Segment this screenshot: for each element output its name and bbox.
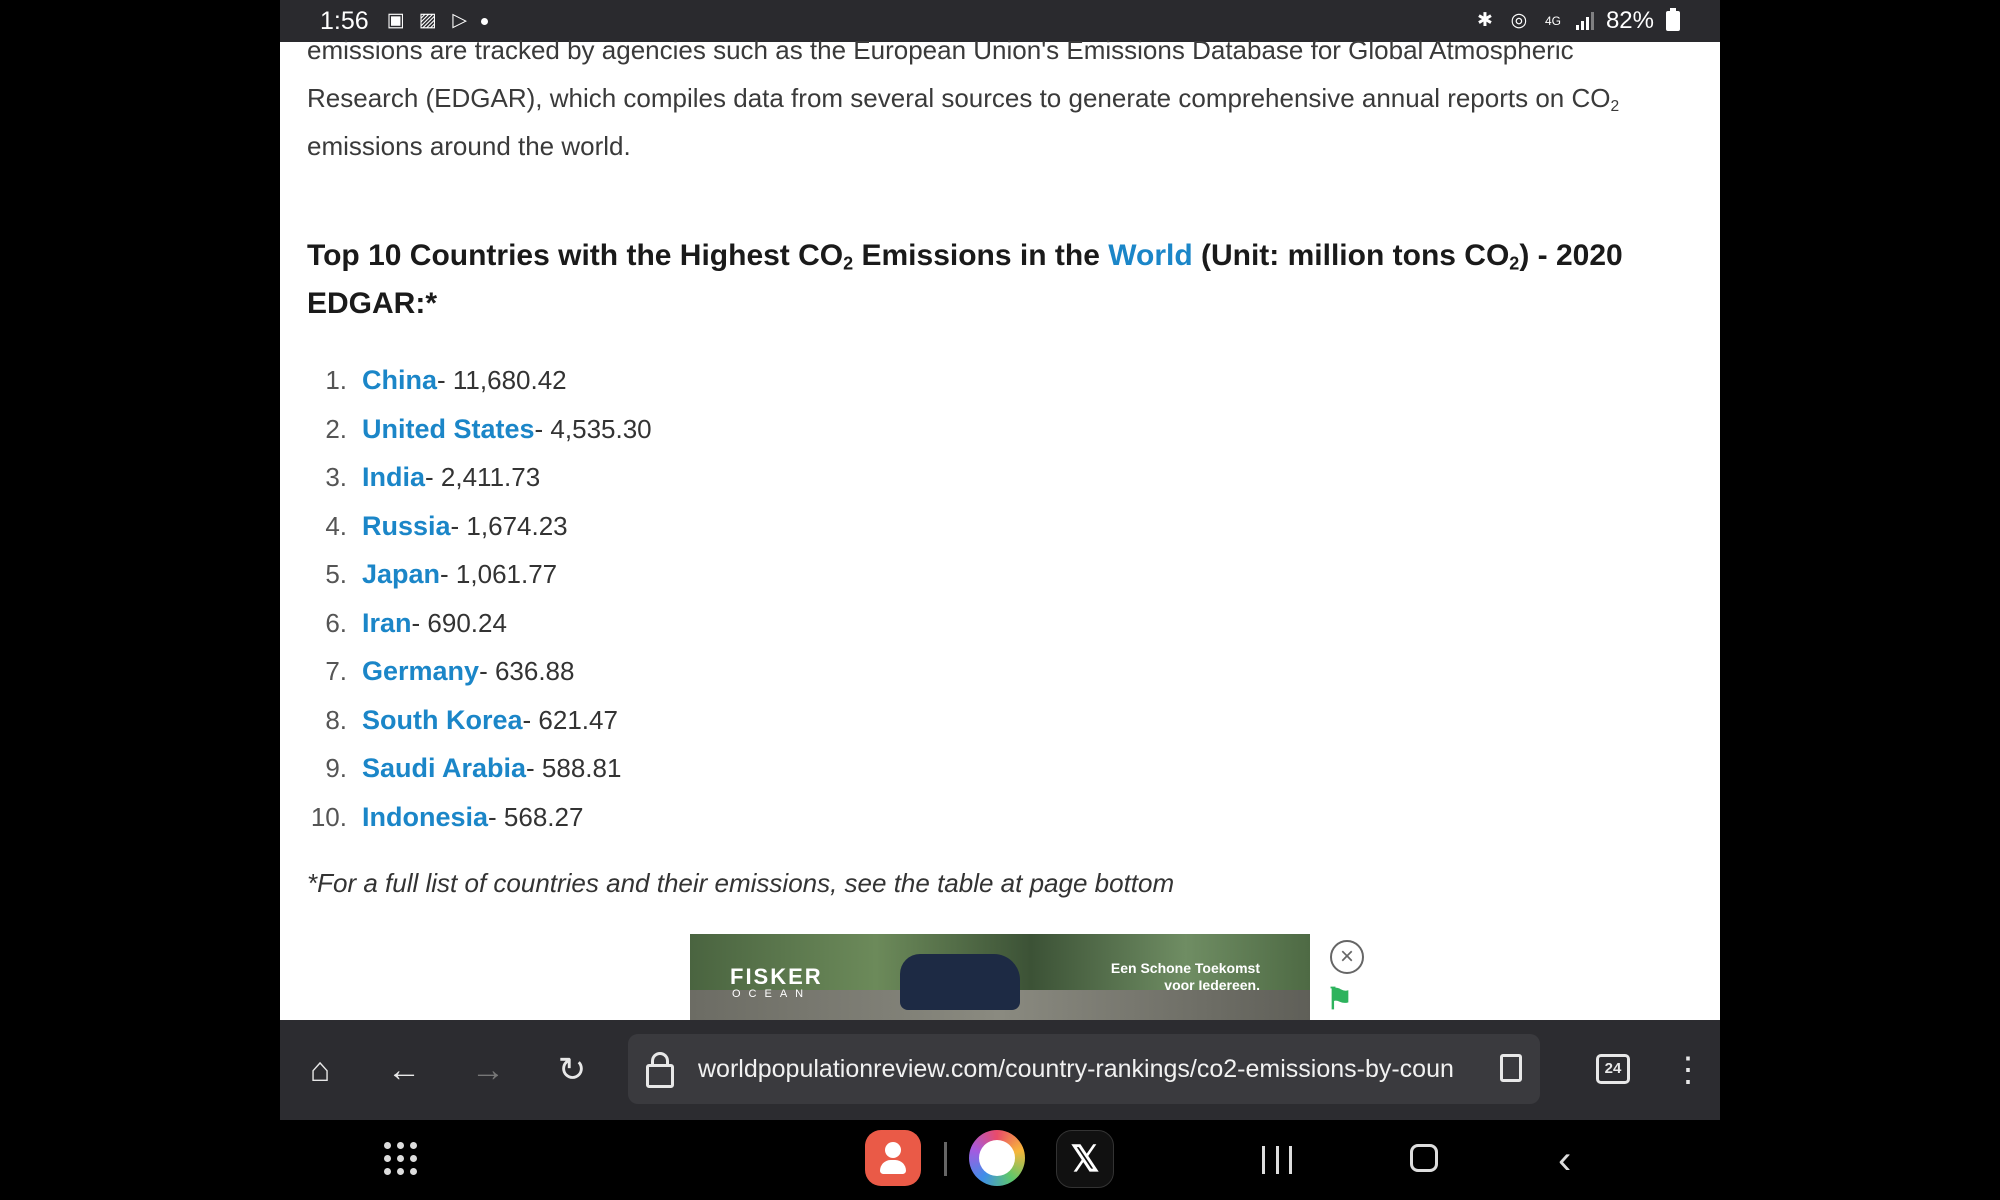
system-nav-bar: 𝕏 ‹ [280,1120,1720,1200]
x-app-icon[interactable]: 𝕏 [1056,1130,1114,1188]
dock-separator [944,1142,947,1176]
back-arrow-icon[interactable]: ← [382,1048,426,1092]
list-item: 10. Indonesia - 568.27 [307,793,652,842]
phone-screen: 1:56 ▣ ▨ ▷ ✱ ◎ 4G 82% emissions are trac… [280,0,1720,1200]
list-number: 6. [325,607,347,638]
article-content: emissions are tracked by agencies such a… [307,35,1697,898]
country-link[interactable]: South Korea [362,696,523,745]
emission-value: - 568.27 [488,801,584,832]
country-link[interactable]: Germany [362,647,479,696]
address-bar[interactable]: worldpopulationreview.com/country-rankin… [628,1034,1540,1104]
list-item: 5. Japan - 1,061.77 [307,550,652,599]
reader-mode-icon[interactable] [1500,1054,1522,1082]
ad-tagline: Een Schone Toekomst voor Iedereen. [1090,960,1260,994]
list-number: 3. [325,462,347,492]
list-number: 1. [325,365,347,395]
ad-choices-icon[interactable]: ⚑ [1326,982,1353,1017]
list-item: 9. Saudi Arabia - 588.81 [307,744,652,793]
ad-brand: FISKER [730,964,823,989]
intro-paragraph: emissions are tracked by agencies such a… [307,26,1697,170]
ad-close-icon[interactable]: × [1330,940,1364,974]
lock-icon [646,1052,674,1088]
emission-value: - 11,680.42 [437,365,567,395]
ad-tagline-line-2: voor Iedereen. [1164,977,1260,993]
ad-tagline-line-1: Een Schone Toekomst [1110,960,1260,976]
intro-line-1: emissions are tracked by agencies such a… [307,35,1574,65]
list-number: 8. [325,704,347,735]
list-number: 9. [325,753,347,783]
list-item: 6. Iran - 690.24 [307,599,652,648]
more-options-icon[interactable]: ⋮ [1666,1048,1710,1092]
url-text[interactable]: worldpopulationreview.com/country-rankin… [698,1034,1488,1104]
emission-value: - 2,411.73 [425,462,541,492]
intro-subscript: 2 [1610,97,1620,115]
ad-brand-sub: OCEAN [732,988,812,1000]
emission-value: - 636.88 [479,656,575,686]
country-link[interactable]: India [362,453,425,502]
world-link[interactable]: World [1108,239,1192,272]
heading-subscript-1: 2 [843,253,854,274]
nav-back-icon[interactable]: ‹ [1558,1140,1571,1180]
country-link[interactable]: Indonesia [362,793,488,842]
list-number: 2. [325,413,347,444]
emission-value: - 690.24 [411,607,507,638]
list-number: 7. [325,656,347,686]
recent-apps-icon[interactable] [1262,1146,1292,1174]
country-link[interactable]: Russia [362,502,451,551]
country-link[interactable]: China [362,356,437,405]
emission-value: - 4,535.30 [534,413,652,444]
forward-arrow-icon[interactable]: → [466,1048,510,1092]
browser-toolbar: ⌂ ← → ↻ worldpopulationreview.com/countr… [280,1020,1720,1120]
country-link[interactable]: Japan [362,550,440,599]
reload-icon[interactable]: ↻ [550,1048,594,1092]
list-item: 2. United States - 4,535.30 [307,405,652,454]
contacts-app-icon[interactable] [865,1130,921,1186]
footnote: *For a full list of countries and their … [307,868,1175,898]
intro-line-2: Research (EDGAR), which compiles data fr… [307,83,1611,113]
emission-value: - 588.81 [526,753,622,783]
tabs-count-button[interactable]: 24 [1596,1054,1630,1084]
list-heading: Top 10 Countries with the Highest CO2 Em… [307,232,1667,328]
country-link[interactable]: Saudi Arabia [362,744,526,793]
notification-dot-icon [480,17,488,25]
list-number: 4. [325,510,347,541]
list-item: 7. Germany - 636.88 [307,647,652,696]
camera-app-icon[interactable] [969,1130,1025,1186]
list-number: 5. [325,559,347,589]
list-item: 4. Russia - 1,674.23 [307,502,652,551]
list-item: 1. China - 11,680.42 [307,356,652,405]
emission-value: - 621.47 [522,704,618,735]
emissions-list: 1. China - 11,680.42 2. United States - 4,… [307,356,652,841]
home-button-icon[interactable] [1410,1144,1438,1172]
ad-banner[interactable]: FISKER OCEAN Een Schone Toekomst voor Ie… [690,934,1310,1020]
ad-car-graphic [900,954,1020,1010]
list-number: 10. [310,801,347,832]
emission-value: - 1,674.23 [450,510,568,541]
home-icon[interactable]: ⌂ [298,1048,342,1092]
intro-line-3: emissions around the world. [307,131,631,161]
app-drawer-icon[interactable] [384,1142,418,1176]
heading-part-3: (Unit: million tons CO [1192,239,1510,272]
list-item: 8. South Korea - 621.47 [307,696,652,745]
heading-subscript-2: 2 [1509,253,1520,274]
country-link[interactable]: United States [362,405,535,454]
heading-part-1: Top 10 Countries with the Highest CO [307,239,844,272]
country-link[interactable]: Iran [362,599,412,648]
heading-part-2: Emissions in the [853,239,1109,272]
list-item: 3. India - 2,411.73 [307,453,652,502]
emission-value: - 1,061.77 [440,559,558,589]
ad-controls: × ⚑ [1310,934,1376,1020]
